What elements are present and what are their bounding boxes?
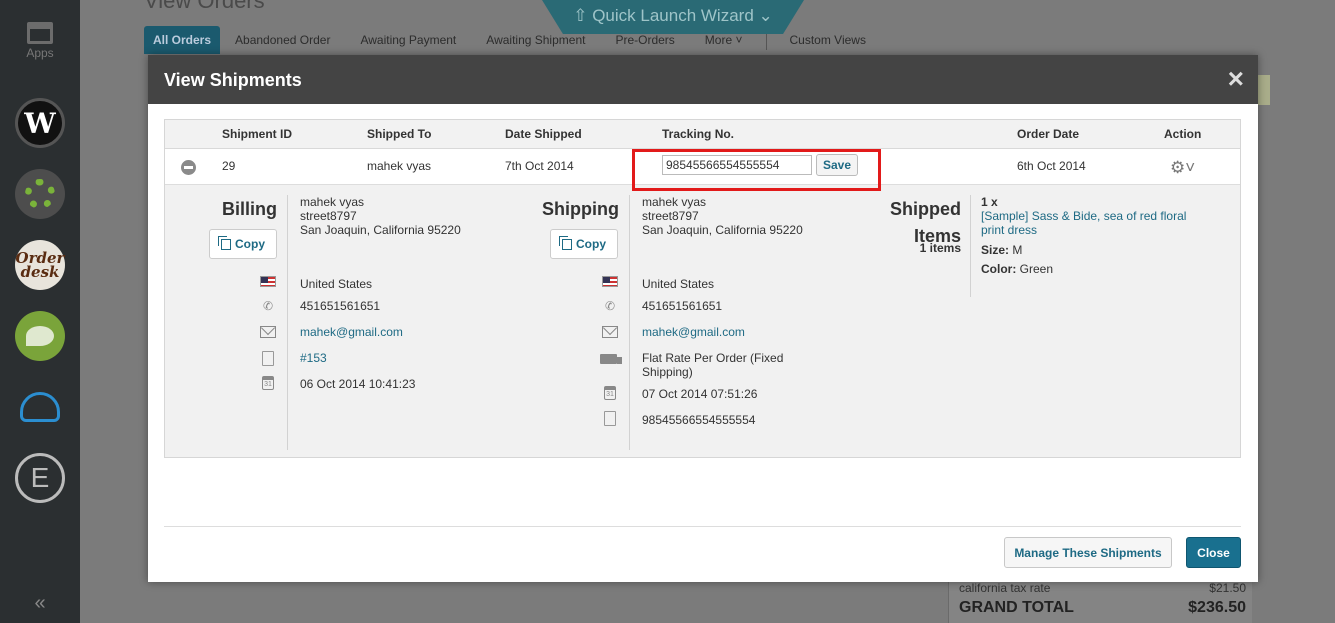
gear-icon[interactable]: ⚙˅ bbox=[1170, 158, 1195, 178]
w-app-icon[interactable]: W bbox=[15, 98, 65, 148]
copy-icon bbox=[218, 235, 231, 250]
copy-shipping-button[interactable]: Copy bbox=[550, 229, 618, 259]
rocket-icon: ⇧ bbox=[573, 6, 588, 25]
us-flag-icon bbox=[260, 276, 276, 287]
item-qty: 1 x bbox=[981, 195, 998, 209]
shipping-tracking: 98545566554555554 bbox=[642, 413, 756, 427]
shipping-address: mahek vyas street8797 San Joaquin, Calif… bbox=[642, 195, 803, 237]
modal-title: View Shipments bbox=[164, 70, 302, 90]
items-count: 1 items bbox=[919, 241, 961, 255]
tab-abandoned-order[interactable]: Abandoned Order bbox=[220, 26, 345, 54]
wizard-label: Quick Launch Wizard bbox=[592, 6, 754, 25]
col-action: Action bbox=[1164, 127, 1202, 141]
col-date-shipped[interactable]: Date Shipped bbox=[505, 127, 582, 141]
green-leaf-app-icon[interactable] bbox=[15, 311, 65, 361]
table-row: 29 mahek vyas 7th Oct 2014 Save 6th Oct … bbox=[165, 149, 1240, 191]
shipping-country: United States bbox=[642, 277, 715, 291]
store-icon bbox=[27, 22, 53, 44]
shipping-phone: 451651561651 bbox=[642, 299, 723, 313]
shipping-title: Shipping bbox=[542, 199, 619, 219]
divider bbox=[629, 195, 630, 450]
email-icon bbox=[260, 326, 276, 338]
apps-label: Apps bbox=[26, 46, 54, 60]
e-app-icon[interactable]: E bbox=[15, 453, 65, 503]
app-sidebar: Apps W Order desk E « bbox=[0, 0, 80, 623]
collapse-sidebar-icon[interactable]: « bbox=[0, 592, 80, 615]
collapse-row-icon[interactable] bbox=[181, 160, 196, 175]
item-product-link[interactable]: [Sample] Sass & Bide, sea of red floral … bbox=[981, 209, 1186, 237]
tracking-input[interactable] bbox=[662, 155, 812, 175]
email-icon bbox=[602, 326, 618, 338]
truck-icon bbox=[600, 354, 622, 364]
item-size: Size: M bbox=[981, 243, 1023, 257]
footer-divider bbox=[164, 526, 1241, 527]
order-desk-icon[interactable]: Order desk bbox=[15, 240, 65, 290]
billing-address: mahek vyas street8797 San Joaquin, Calif… bbox=[300, 195, 461, 237]
view-shipments-modal: View Shipments × Shipment ID Shipped To … bbox=[148, 55, 1258, 582]
divider bbox=[287, 195, 288, 450]
tab-all-orders[interactable]: All Orders bbox=[144, 26, 221, 54]
modal-header: View Shipments × bbox=[148, 55, 1258, 104]
shipped-to: mahek vyas bbox=[367, 159, 432, 173]
copy-billing-button[interactable]: Copy bbox=[209, 229, 277, 259]
tax-value: $21.50 bbox=[1209, 581, 1246, 595]
apps-button[interactable]: Apps bbox=[0, 22, 80, 60]
tax-label: california tax rate bbox=[959, 581, 1051, 595]
billing-email-link[interactable]: mahek@gmail.com bbox=[300, 325, 403, 339]
gear-app-icon[interactable] bbox=[15, 169, 65, 219]
quick-launch-wizard[interactable]: ⇧ Quick Launch Wizard ⌄ bbox=[542, 0, 804, 34]
close-icon[interactable]: × bbox=[1228, 64, 1244, 94]
phone-icon: ✆ bbox=[262, 299, 274, 313]
phone-icon: ✆ bbox=[604, 299, 616, 313]
billing-datetime: 06 Oct 2014 10:41:23 bbox=[300, 377, 416, 391]
chevron-down-icon: ⌄ bbox=[758, 6, 773, 25]
shipping-datetime: 07 Oct 2014 07:51:26 bbox=[642, 387, 758, 401]
item-color: Color: Green bbox=[981, 262, 1054, 276]
notice-strip bbox=[1258, 75, 1270, 105]
tab-awaiting-payment[interactable]: Awaiting Payment bbox=[345, 26, 471, 54]
document-icon bbox=[262, 351, 274, 366]
order-link[interactable]: #153 bbox=[300, 351, 327, 365]
date-shipped: 7th Oct 2014 bbox=[505, 159, 574, 173]
grand-total-label: GRAND TOTAL bbox=[959, 599, 1074, 616]
shipment-detail: Billing Copy mahek vyas street8797 San J… bbox=[165, 185, 1240, 458]
chevron-down-icon: ˅ bbox=[735, 33, 743, 47]
tab-custom-views[interactable]: Custom Views bbox=[775, 26, 881, 54]
calendar-icon: 31 bbox=[604, 386, 616, 400]
save-tracking-button[interactable]: Save bbox=[816, 154, 858, 176]
billing-country: United States bbox=[300, 277, 373, 291]
cloud-app-icon[interactable] bbox=[20, 392, 60, 422]
shipment-id: 29 bbox=[222, 159, 236, 173]
billing-phone: 451651561651 bbox=[300, 299, 381, 313]
copy-icon bbox=[559, 235, 572, 250]
close-button[interactable]: Close bbox=[1186, 537, 1241, 568]
shipments-grid: Shipment ID Shipped To Date Shipped Trac… bbox=[164, 119, 1241, 458]
grid-header: Shipment ID Shipped To Date Shipped Trac… bbox=[165, 120, 1240, 149]
order-date: 6th Oct 2014 bbox=[1017, 159, 1086, 173]
col-shipped-to[interactable]: Shipped To bbox=[367, 127, 431, 141]
us-flag-icon bbox=[602, 276, 618, 287]
page-title: View Orders bbox=[144, 0, 265, 13]
col-order-date[interactable]: Order Date bbox=[1017, 127, 1079, 141]
billing-title: Billing bbox=[222, 199, 277, 219]
calendar-icon: 31 bbox=[262, 376, 274, 390]
tracking-icon bbox=[604, 411, 616, 426]
grand-total-value: $236.50 bbox=[1188, 599, 1246, 616]
shipping-method: Flat Rate Per Order (Fixed Shipping) bbox=[642, 351, 784, 379]
divider bbox=[970, 195, 971, 297]
manage-shipments-button[interactable]: Manage These Shipments bbox=[1004, 537, 1172, 568]
shipping-email-link[interactable]: mahek@gmail.com bbox=[642, 325, 745, 339]
col-shipment-id[interactable]: Shipment ID bbox=[222, 127, 292, 141]
col-tracking-no[interactable]: Tracking No. bbox=[662, 127, 734, 141]
